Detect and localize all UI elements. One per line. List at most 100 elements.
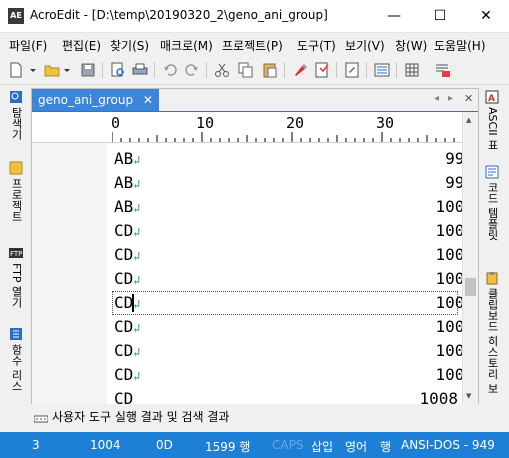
status-total-lines: 1599 행: [205, 440, 251, 454]
toolbar-separator: [336, 62, 337, 78]
output-panel-label[interactable]: 사용자 도구 실행 결과 및 검색 결과: [52, 408, 229, 425]
right-tab-ascii-table[interactable]: ASCII 표: [482, 107, 502, 150]
line-text: AB: [114, 173, 134, 192]
right-tab-clipboard-history[interactable]: 클립보드 히스토리 보: [482, 288, 502, 401]
open-folder-icon[interactable]: [44, 62, 60, 78]
close-button[interactable]: ✕: [463, 0, 509, 32]
svg-text:FTP: FTP: [10, 250, 22, 258]
status-input-language[interactable]: 영어: [345, 438, 367, 455]
tab-document[interactable]: geno_ani_group ✕: [32, 89, 159, 111]
status-line-mode[interactable]: 행: [380, 438, 391, 455]
left-tab-project[interactable]: 프로젝트: [6, 178, 26, 222]
output-panel-bar: 사용자 도구 실행 결과 및 검색 결과: [0, 404, 509, 430]
eol-marker: ↲: [133, 177, 141, 191]
redo-icon[interactable]: [184, 62, 200, 78]
save-icon[interactable]: [80, 62, 96, 78]
tab-scroll-right-icon[interactable]: ▸: [448, 93, 453, 104]
status-encoding[interactable]: ANSI-DOS - 949: [401, 438, 495, 452]
code-line[interactable]: AB↲: [114, 173, 141, 192]
code-line-current[interactable]: CD↲: [114, 293, 141, 312]
code-line[interactable]: CD↲: [114, 341, 141, 360]
editor-pane: geno_ani_group ✕ ◂ ▸ ✕ 0 10 20 30 998 AB…: [31, 88, 479, 406]
code-line[interactable]: AB↲: [114, 149, 141, 168]
tab-close-icon[interactable]: ✕: [143, 93, 153, 107]
new-file-icon[interactable]: [8, 62, 24, 78]
scrollbar-thumb[interactable]: [465, 278, 476, 296]
tab-label: geno_ani_group: [38, 93, 134, 107]
eol-marker: ↲: [133, 321, 141, 335]
code-line[interactable]: CD↲: [114, 245, 141, 264]
scroll-down-icon[interactable]: ▼: [466, 392, 471, 400]
left-tab-function-list[interactable]: 함수 리스: [6, 344, 26, 392]
eol-marker: ↲: [133, 249, 141, 263]
toolbar-separator: [206, 62, 207, 78]
output-panel-icon[interactable]: [33, 412, 49, 426]
menu-window[interactable]: 창(W): [395, 37, 427, 54]
scroll-up-icon[interactable]: ▲: [466, 116, 471, 124]
chevron-down-icon[interactable]: [28, 62, 38, 78]
column-mode-icon[interactable]: [434, 62, 450, 78]
partial-line-clip: 1008 CD: [32, 387, 462, 405]
chevron-down-icon[interactable]: [62, 62, 72, 78]
menu-view[interactable]: 보기(V): [345, 37, 385, 54]
list-view-icon[interactable]: [374, 62, 390, 78]
code-line[interactable]: CD↲: [114, 317, 141, 336]
undo-icon[interactable]: [162, 62, 178, 78]
ftp-icon[interactable]: FTP: [9, 246, 23, 260]
ascii-table-icon[interactable]: A: [485, 90, 499, 104]
copy-icon[interactable]: [238, 62, 254, 78]
tab-scroll-left-icon[interactable]: ◂: [434, 93, 439, 104]
vertical-scrollbar[interactable]: ▲ ▼: [462, 112, 478, 405]
line-text: AB: [114, 149, 134, 168]
code-line[interactable]: CD: [114, 389, 133, 405]
clipboard-history-icon[interactable]: [485, 271, 499, 285]
app-icon: AE: [8, 8, 24, 24]
code-template-icon[interactable]: [485, 165, 499, 179]
menu-find[interactable]: 찾기(S): [110, 37, 149, 54]
toolbar-separator: [102, 62, 103, 78]
toolbar-separator: [154, 62, 155, 78]
highlighter-icon[interactable]: [292, 62, 308, 78]
code-line[interactable]: CD↲: [114, 269, 141, 288]
ruler-label: 0: [111, 114, 121, 132]
column-ruler: 0 10 20 30: [32, 112, 462, 143]
eol-marker: ↲: [133, 273, 141, 287]
menu-macro[interactable]: 매크로(M): [160, 37, 213, 54]
eol-marker: ↲: [133, 153, 141, 167]
print-preview-icon[interactable]: [110, 62, 126, 78]
line-number-gutter: [32, 143, 107, 405]
document-edit-icon[interactable]: [344, 62, 360, 78]
window-title: AcroEdit - [D:\temp\20190320_2\geno_ani_…: [30, 8, 328, 22]
right-side-panel: A ASCII 표 코드 템플릿 클립보드 히스토리 보: [479, 85, 509, 401]
status-insert-mode[interactable]: 삽입: [311, 438, 333, 455]
code-line[interactable]: AB↲: [114, 197, 141, 216]
print-icon[interactable]: [132, 62, 148, 78]
tab-strip: geno_ani_group ✕ ◂ ▸ ✕: [32, 89, 478, 112]
menu-help[interactable]: 도움말(H): [434, 37, 486, 54]
menu-tools[interactable]: 도구(T): [297, 37, 336, 54]
project-icon[interactable]: [9, 161, 23, 175]
grid-icon[interactable]: [404, 62, 420, 78]
code-line[interactable]: CD↲: [114, 365, 141, 384]
right-tab-code-template[interactable]: 코드 템플릿: [482, 182, 502, 241]
line-text: CD: [114, 341, 134, 360]
menu-project[interactable]: 프로젝트(P): [222, 37, 283, 54]
cut-icon[interactable]: [214, 62, 230, 78]
explorer-icon[interactable]: [9, 90, 23, 104]
maximize-button[interactable]: ☐: [417, 0, 463, 32]
status-caps: CAPS: [272, 438, 304, 452]
left-tab-ftp[interactable]: FTP 열기: [6, 263, 26, 308]
menu-file[interactable]: 파일(F): [9, 37, 47, 54]
function-list-icon[interactable]: [9, 327, 23, 341]
minimize-button[interactable]: —: [371, 0, 417, 32]
bookmark-icon[interactable]: [314, 62, 330, 78]
left-tab-explorer[interactable]: 탐색기: [6, 107, 26, 140]
ruler-label: 10: [196, 114, 215, 132]
status-bar: 3 1004 0D 1599 행 CAPS 삽입 영어 행 ANSI-DOS -…: [0, 432, 509, 458]
tab-strip-close-icon[interactable]: ✕: [464, 92, 473, 105]
svg-text:A: A: [488, 94, 495, 104]
menu-edit[interactable]: 편집(E): [62, 37, 101, 54]
code-line[interactable]: CD↲: [114, 221, 141, 240]
paste-icon[interactable]: [262, 62, 278, 78]
menu-bar: 파일(F) 편집(E) 찾기(S) 매크로(M) 프로젝트(P) 도구(T) 보…: [0, 33, 509, 55]
